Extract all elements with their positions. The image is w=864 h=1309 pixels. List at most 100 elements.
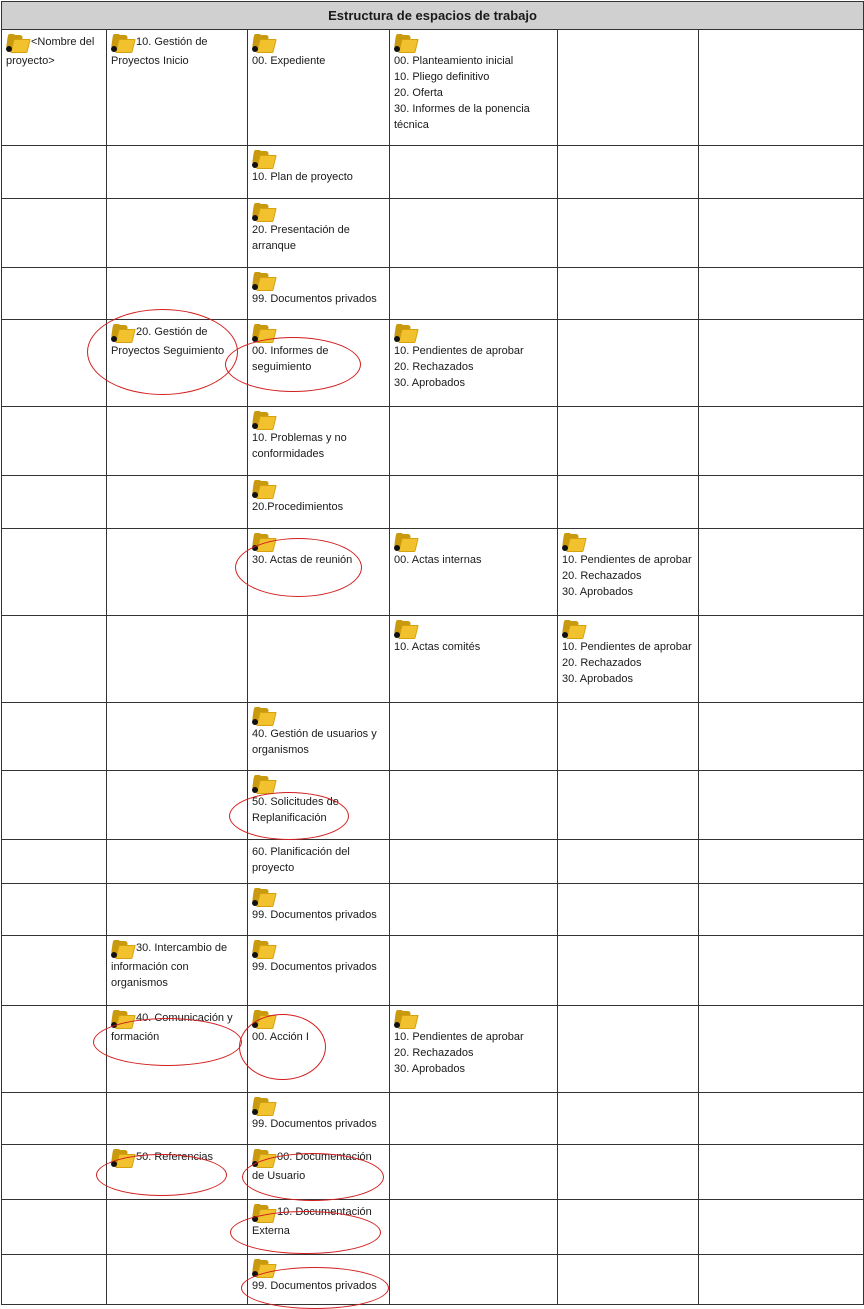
cell-col4: 10. Pendientes de aprobar 20. Rechazados… (389, 1005, 558, 1093)
cell-col3: 00. Expediente (247, 29, 390, 146)
table-row: 20. Presentación de arranque (1, 198, 864, 268)
folder-label: 20. Rechazados (394, 361, 474, 373)
folder-icon (562, 533, 587, 552)
cell-col6 (697, 29, 864, 146)
folder-icon (252, 775, 277, 794)
folder-label: 10. Pendientes de aprobar (562, 554, 692, 566)
folder-label: 10. Pliego definitivo (394, 71, 490, 83)
folder-label: 30. Actas de reunión (252, 554, 353, 566)
table-row: 20. Gestión de Proyectos Seguimiento 00.… (1, 319, 864, 407)
folder-label: 10. Pendientes de aprobar (394, 1031, 524, 1043)
folder-label: 10. Plan de proyecto (252, 171, 353, 183)
cell-col3: 99. Documentos privados (247, 1254, 390, 1305)
folder-label: 30. Informes de la ponencia técnica (394, 103, 530, 131)
folder-icon (252, 411, 277, 430)
table-row: 20.Procedimientos (1, 475, 864, 529)
cell-col2: 50. Referencias (106, 1144, 248, 1200)
cell-col3: 10. Plan de proyecto (247, 145, 390, 199)
folder-label: 99. Documentos privados (252, 1280, 377, 1292)
folder-icon (252, 1097, 277, 1116)
table-row: 99. Documentos privados (1, 1092, 864, 1145)
folder-label: 99. Documentos privados (252, 293, 377, 305)
folder-label: 20. Rechazados (562, 570, 642, 582)
cell-col2: 20. Gestión de Proyectos Seguimiento (106, 319, 248, 407)
folder-icon (252, 707, 277, 726)
folder-icon (252, 1204, 277, 1223)
folder-icon (394, 620, 419, 639)
folder-icon (562, 620, 587, 639)
cell-col3: 30. Actas de reunión (247, 528, 390, 616)
folder-icon (252, 480, 277, 499)
table-row: 30. Intercambio de información con organ… (1, 935, 864, 1006)
cell-col2: 10. Gestión de Proyectos Inicio (106, 29, 248, 146)
folder-icon (394, 34, 419, 53)
table-row: 50. Referencias 00. Documentación de Usu… (1, 1144, 864, 1200)
folder-icon (252, 1149, 277, 1168)
folder-label: 00. Acción I (252, 1031, 309, 1043)
folder-icon (252, 533, 277, 552)
folder-icon (252, 324, 277, 343)
folder-label: 99. Documentos privados (252, 961, 377, 973)
cell-col3: 00. Documentación de Usuario (247, 1144, 390, 1200)
folder-icon (252, 150, 277, 169)
table-row: 99. Documentos privados (1, 267, 864, 320)
table-row: 30. Actas de reunión 00. Actas internas … (1, 528, 864, 616)
folder-label: 30. Aprobados (562, 673, 633, 685)
folder-icon (252, 1259, 277, 1278)
folder-label: 30. Aprobados (394, 377, 465, 389)
folder-icon (111, 324, 136, 343)
cell-col3: 00. Informes de seguimiento (247, 319, 390, 407)
cell-col3: 00. Acción I (247, 1005, 390, 1093)
folder-label: 30. Aprobados (562, 586, 633, 598)
cell-col3: 99. Documentos privados (247, 1092, 390, 1145)
folder-label: 20. Presentación de arranque (252, 224, 350, 252)
folder-icon (394, 1010, 419, 1029)
folder-label: 20.Procedimientos (252, 501, 344, 513)
table-row: 10. Plan de proyecto (1, 145, 864, 199)
folder-icon (6, 34, 31, 53)
table-row: 99. Documentos privados (1, 1254, 864, 1305)
cell-col4: 00. Actas internas (389, 528, 558, 616)
folder-label: 99. Documentos privados (252, 1118, 377, 1130)
cell-col4: 10. Actas comités (389, 615, 558, 703)
folder-icon (111, 1149, 136, 1168)
cell-col2: 40. Comunicación y formación (106, 1005, 248, 1093)
folder-label: 30. Aprobados (394, 1063, 465, 1075)
folder-label: 10. Pendientes de aprobar (394, 345, 524, 357)
folder-icon (111, 1010, 136, 1029)
table-row: <Nombre del proyecto> 10. Gestión de Pro… (1, 29, 864, 146)
folder-label: 10. Actas comités (394, 641, 481, 653)
folder-label: 60. Planificación del proyecto (252, 846, 350, 874)
folder-label: 10. Pendientes de aprobar (562, 641, 692, 653)
cell-col4: 10. Pendientes de aprobar 20. Rechazados… (389, 319, 558, 407)
folder-icon (252, 1010, 277, 1029)
folder-icon (394, 324, 419, 343)
cell-col3: 20. Presentación de arranque (247, 198, 390, 268)
table-row: 60. Planificación del proyecto (1, 839, 864, 884)
table-row: 99. Documentos privados (1, 883, 864, 936)
cell-col3: 50. Solicitudes de Replanificación (247, 770, 390, 840)
cell-col1: <Nombre del proyecto> (1, 29, 107, 146)
folder-icon (111, 940, 136, 959)
cell-col3: 40. Gestión de usuarios y organismos (247, 702, 390, 771)
cell-col3: 10. Problemas y no conformidades (247, 406, 390, 476)
folder-label: 10. Problemas y no conformidades (252, 432, 347, 460)
folder-label: 40. Gestión de usuarios y organismos (252, 728, 377, 756)
table-row: 10. Actas comités 10. Pendientes de apro… (1, 615, 864, 703)
folder-label: 20. Oferta (394, 87, 443, 99)
cell-col3: 60. Planificación del proyecto (247, 839, 390, 884)
table-row: 40. Comunicación y formación 00. Acción … (1, 1005, 864, 1093)
folder-label: 50. Solicitudes de Replanificación (252, 796, 339, 824)
table-row: 50. Solicitudes de Replanificación (1, 770, 864, 840)
cell-col5: 10. Pendientes de aprobar 20. Rechazados… (557, 615, 699, 703)
table-title: Estructura de espacios de trabajo (0, 1, 864, 30)
folder-icon (252, 940, 277, 959)
cell-col4: 00. Planteamiento inicial 10. Pliego def… (389, 29, 558, 146)
folder-label: 20. Rechazados (394, 1047, 474, 1059)
folder-label: 99. Documentos privados (252, 909, 377, 921)
cell-col3: 10. Documentación Externa (247, 1199, 390, 1255)
folder-icon (394, 533, 419, 552)
folder-icon (252, 34, 277, 53)
folder-label: 20. Rechazados (562, 657, 642, 669)
cell-col3: 99. Documentos privados (247, 935, 390, 1006)
